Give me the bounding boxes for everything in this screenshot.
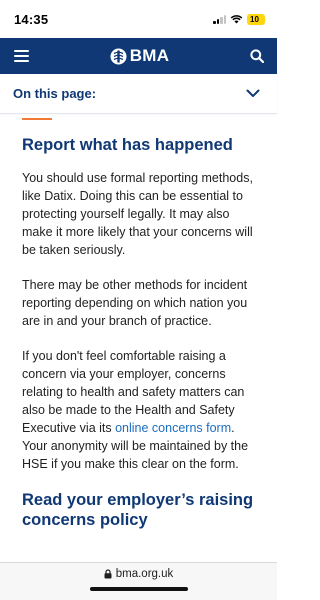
chevron-down-icon[interactable] <box>246 89 260 98</box>
site-header: BMA <box>0 38 277 74</box>
cellular-signal-icon <box>213 14 226 24</box>
lock-icon <box>104 569 112 579</box>
bma-logo-mark-icon <box>110 48 127 64</box>
paragraph-other-methods: There may be other methods for incident … <box>22 278 248 328</box>
section-heading-policy: Read your employer’s raising concerns po… <box>22 491 254 529</box>
status-bar: 14:35 10 <box>0 0 277 38</box>
search-icon[interactable] <box>250 49 264 63</box>
status-time: 14:35 <box>14 11 49 27</box>
hamburger-menu-icon[interactable] <box>14 50 29 62</box>
section-heading-report: Report what has happened <box>22 136 233 154</box>
url-row: bma.org.uk <box>104 568 174 580</box>
bma-logo[interactable]: BMA <box>110 46 170 66</box>
logo-text: BMA <box>129 46 170 65</box>
article-content: Report what has happened You should use … <box>22 135 260 544</box>
accent-divider <box>22 118 52 120</box>
battery-icon: 10 <box>247 13 265 25</box>
on-this-page-toggle[interactable]: On this page: <box>0 74 277 114</box>
paragraph-formal-reporting: You should use formal reporting methods,… <box>22 171 253 257</box>
on-this-page-label: On this page: <box>13 86 97 101</box>
paragraph-hse: If you don't feel comfortable raising a … <box>22 347 260 473</box>
home-indicator[interactable] <box>89 587 188 591</box>
status-icons: 10 <box>213 13 265 25</box>
online-concerns-form-link[interactable]: online concerns form <box>115 421 231 435</box>
wifi-icon <box>230 15 243 24</box>
url-text: bma.org.uk <box>115 568 174 580</box>
browser-url-bar[interactable]: bma.org.uk <box>0 562 277 600</box>
